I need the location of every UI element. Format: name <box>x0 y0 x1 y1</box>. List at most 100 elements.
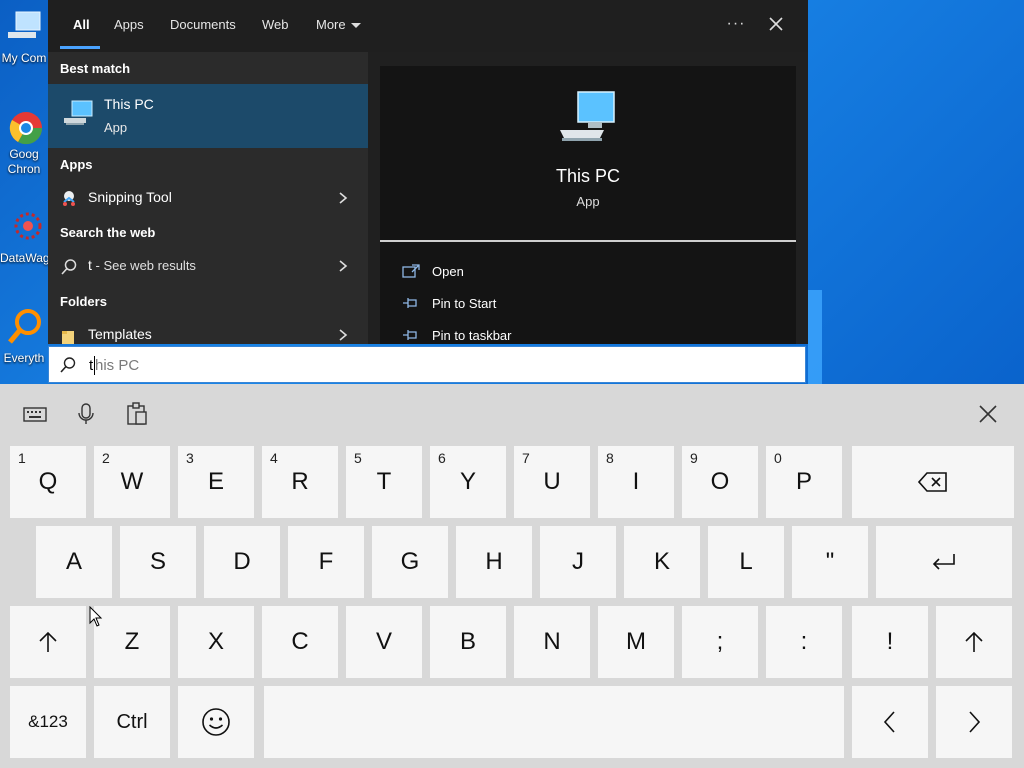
key-label: S <box>149 548 166 575</box>
key-l[interactable]: L <box>708 526 784 598</box>
more-options-icon[interactable]: ··· <box>724 12 748 36</box>
key-colon[interactable]: : <box>766 606 842 678</box>
key-ctrl[interactable]: Ctrl <box>94 686 170 758</box>
key-label: : <box>800 628 808 655</box>
key-o[interactable]: 9O <box>682 446 758 518</box>
key-left-arrow[interactable] <box>852 686 928 758</box>
google-chrome-icon <box>9 112 43 145</box>
key-exclamation[interactable]: ! <box>852 606 928 678</box>
snipping-tool-icon <box>63 191 75 206</box>
key-r[interactable]: 4R <box>262 446 338 518</box>
tab-all[interactable]: All <box>73 0 90 50</box>
best-match-result[interactable]: This PC App <box>48 84 368 148</box>
close-icon[interactable] <box>764 12 788 36</box>
desktop-icon-my-computer[interactable]: My Com <box>0 6 48 66</box>
key-y[interactable]: 6Y <box>430 446 506 518</box>
key-q[interactable]: 1Q <box>10 446 86 518</box>
search-autocomplete-hint: his PC <box>95 357 140 374</box>
best-match-subtitle: App <box>104 120 128 135</box>
key-label: &123 <box>28 712 68 731</box>
key-u[interactable]: 7U <box>514 446 590 518</box>
key-label: W <box>120 468 144 495</box>
key-i[interactable]: 8I <box>598 446 674 518</box>
key-a[interactable]: A <box>36 526 112 598</box>
key-g[interactable]: G <box>372 526 448 598</box>
chevron-right-icon <box>936 686 1012 758</box>
key-shift-left[interactable] <box>10 606 86 678</box>
close-keyboard-icon[interactable] <box>975 402 1001 426</box>
result-web-search[interactable]: t - See web results <box>48 250 368 282</box>
backspace-icon <box>852 446 1014 518</box>
action-open[interactable]: Open <box>402 258 702 286</box>
key-semicolon[interactable]: ; <box>682 606 758 678</box>
tab-apps[interactable]: Apps <box>114 0 144 50</box>
key-e[interactable]: 3E <box>178 446 254 518</box>
key-j[interactable]: J <box>540 526 616 598</box>
key-shift-right[interactable] <box>936 606 1012 678</box>
results-pane: Best match This PC App Apps Snipping Too… <box>48 52 368 344</box>
tab-web[interactable]: Web <box>262 0 289 50</box>
result-snipping-tool[interactable]: Snipping Tool <box>48 182 368 214</box>
clipboard-icon[interactable] <box>124 402 150 426</box>
preview-pane: This PC App Open Pin to Start Pin to tas… <box>380 66 796 344</box>
search-icon <box>60 357 76 373</box>
key-right-arrow[interactable] <box>936 686 1012 758</box>
key-v[interactable]: V <box>346 606 422 678</box>
desktop-icon-everything[interactable]: Everyth <box>0 306 48 366</box>
tab-more[interactable]: More <box>316 0 361 50</box>
key-m[interactable]: M <box>598 606 674 678</box>
key-label: L <box>739 548 753 575</box>
best-match-title: This PC <box>104 96 154 112</box>
chevron-right-icon[interactable] <box>336 258 350 274</box>
key-label: C <box>291 628 309 655</box>
key-k[interactable]: K <box>624 526 700 598</box>
search-input[interactable]: t his PC <box>48 346 806 383</box>
chevron-down-icon <box>350 23 361 29</box>
key-s[interactable]: S <box>120 526 196 598</box>
key-label: ; <box>716 628 724 655</box>
key-n[interactable]: N <box>514 606 590 678</box>
key-label: T <box>376 468 392 495</box>
this-pc-icon <box>64 100 93 125</box>
keyboard-layout-icon[interactable] <box>22 402 48 426</box>
chevron-right-icon[interactable] <box>336 190 350 206</box>
key-z[interactable]: Z <box>94 606 170 678</box>
key-label: F <box>318 548 334 575</box>
key-f[interactable]: F <box>288 526 364 598</box>
search-tabs: All Apps Documents Web More ··· <box>48 0 808 52</box>
key-x[interactable]: X <box>178 606 254 678</box>
key-enter[interactable] <box>876 526 1012 598</box>
key-t[interactable]: 5T <box>346 446 422 518</box>
key-label: Q <box>38 468 58 495</box>
key-emoji[interactable] <box>178 686 254 758</box>
key-symbols[interactable]: &123 <box>10 686 86 758</box>
section-best-match: Best match <box>60 61 131 76</box>
desktop-icon-label: Goog Chron <box>7 147 41 176</box>
key-b[interactable]: B <box>430 606 506 678</box>
wallpaper-light-beam <box>808 290 822 384</box>
my-computer-icon <box>8 11 41 38</box>
preview-title: This PC <box>555 166 620 186</box>
key-c[interactable]: C <box>262 606 338 678</box>
microphone-icon[interactable] <box>73 402 99 426</box>
touch-keyboard: 1Q 2W 3E 4R 5T 6Y 7U 8I 9O 0P A S D F G … <box>0 384 1024 768</box>
key-label: I <box>632 468 640 495</box>
desktop-icon-datawagon[interactable]: DataWag <box>0 206 50 266</box>
key-w[interactable]: 2W <box>94 446 170 518</box>
key-quote[interactable]: " <box>792 526 868 598</box>
desktop-icon-google-chrome[interactable]: Goog Chron <box>0 106 48 177</box>
key-d[interactable]: D <box>204 526 280 598</box>
tab-documents[interactable]: Documents <box>170 0 236 50</box>
key-label: Z <box>124 628 140 655</box>
key-label: A <box>65 548 82 575</box>
tab-more-label: More <box>316 17 346 32</box>
chevron-right-icon[interactable] <box>336 327 350 343</box>
key-h[interactable]: H <box>456 526 532 598</box>
key-label: O <box>710 468 730 495</box>
key-p[interactable]: 0P <box>766 446 842 518</box>
action-pin-to-start[interactable]: Pin to Start <box>402 290 702 318</box>
key-label: " <box>825 548 835 575</box>
section-search-web: Search the web <box>60 225 156 240</box>
key-space[interactable] <box>264 686 844 758</box>
key-backspace[interactable] <box>852 446 1014 518</box>
